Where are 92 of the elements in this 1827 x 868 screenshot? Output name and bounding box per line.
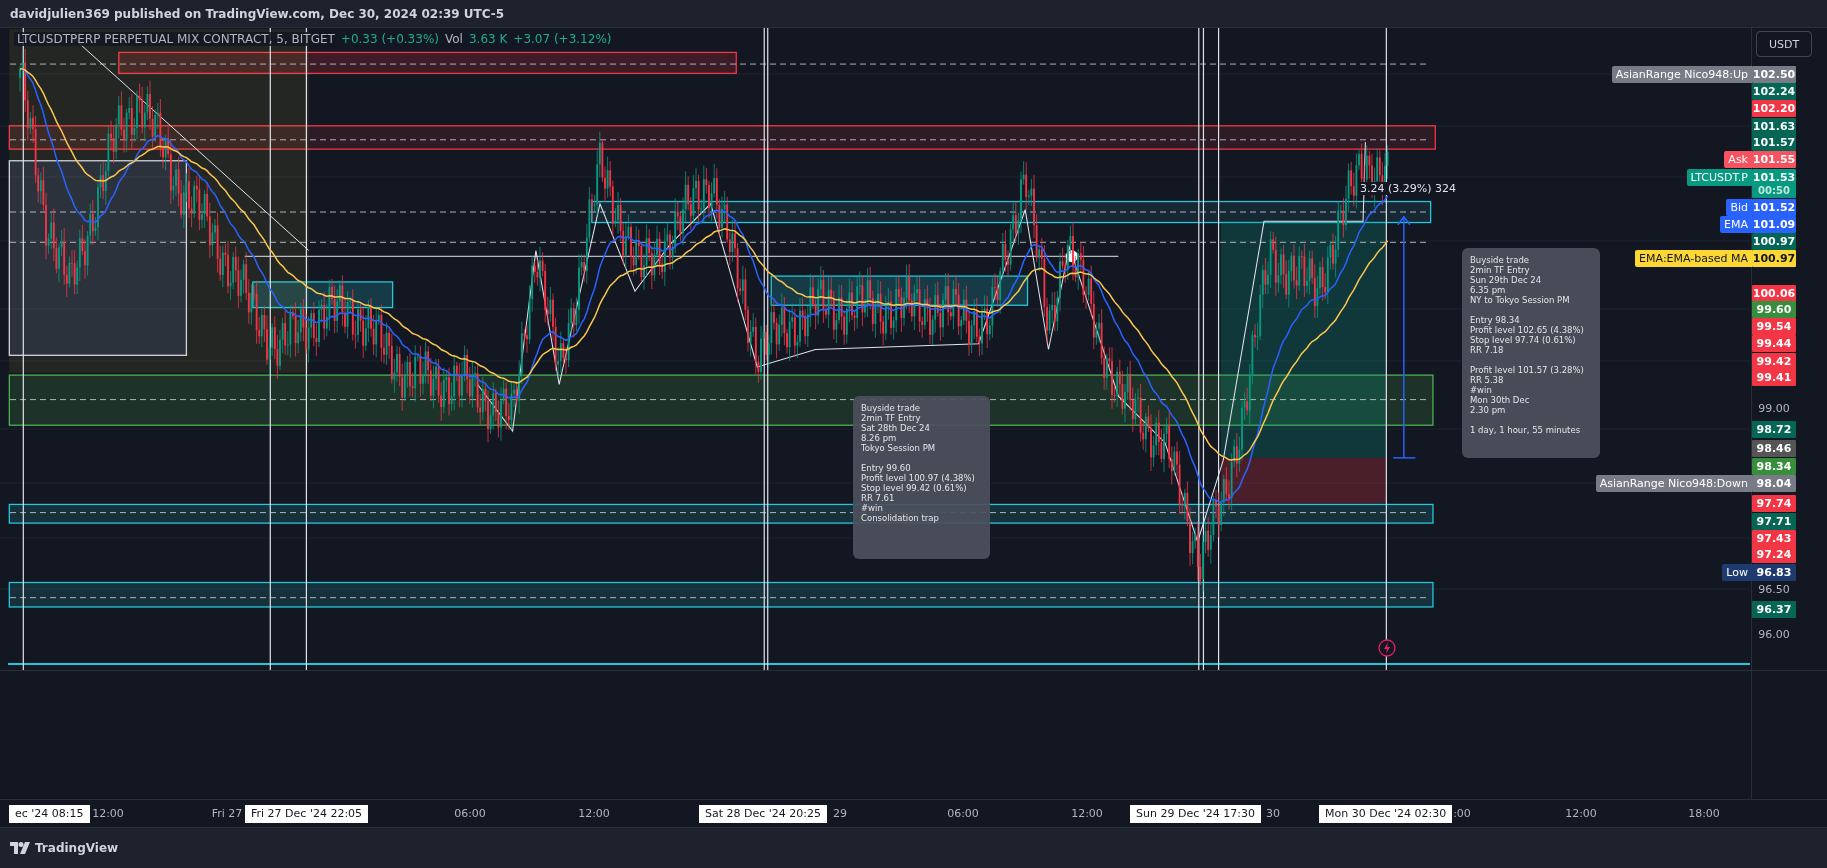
note-text: Entry 98.34 <box>1470 315 1521 325</box>
time-marker: Mon 30 Dec '24 02:30 <box>1319 805 1453 823</box>
measure-label: 3.24 (3.29%) 324 <box>1358 182 1458 195</box>
price-tag: EMA:EMA-based MA <box>1635 250 1752 267</box>
price-value: 96.83 <box>1756 565 1792 580</box>
note-text: Stop level 97.74 (0.61%) <box>1470 335 1577 345</box>
note-text: 2.30 pm <box>1470 405 1507 415</box>
note-text: RR 5.38 <box>1470 375 1505 385</box>
time-tick: 12:00 <box>1565 806 1597 822</box>
note-text: Sun 29th Dec 24 <box>1470 275 1543 285</box>
time-marker: ec '24 08:15 <box>9 805 90 823</box>
price-tag: Bid <box>1726 199 1752 216</box>
time-tick: 30 <box>1266 806 1280 822</box>
note-text: Consolidation trap <box>861 513 940 523</box>
time-tick: 06:00 <box>947 806 979 822</box>
price-value: 98.04 <box>1756 476 1792 491</box>
note-text: NY to Tokyo Session PM <box>1470 295 1571 305</box>
price-tag: Ask <box>1724 151 1752 168</box>
note-text: 8.26 pm <box>861 433 898 443</box>
price-tag: AsianRange Nico948:Up <box>1611 66 1752 83</box>
price-value: 101.53 <box>1752 170 1796 185</box>
volume-value: 3.63 K <box>468 32 508 46</box>
time-marker: Fri 27 Dec '24 22:05 <box>245 805 369 823</box>
price-value: 100.97 <box>1752 251 1796 266</box>
note-text: Stop level 99.42 (0.61%) <box>861 483 968 493</box>
note-text: Buyside trade <box>861 403 922 413</box>
price-change: +0.33 (+0.33%) <box>340 32 439 46</box>
note-text: Profit level 101.57 (3.28%) <box>1470 365 1585 375</box>
price-value: 99.41 <box>1756 370 1792 385</box>
price-value: 97.43 <box>1756 531 1792 546</box>
price-value: 98.46 <box>1756 441 1792 456</box>
price-value: 102.20 <box>1752 101 1796 116</box>
price-value: 102.24 <box>1752 84 1796 99</box>
note-text: Profit level 100.97 (4.38%) <box>861 473 976 483</box>
time-tick: :00 <box>1453 806 1471 822</box>
note-text: 1 day, 1 hour, 55 minutes <box>1470 425 1582 435</box>
price-value: 102.50 <box>1752 67 1796 82</box>
note-text: 2min TF Entry <box>1470 265 1531 275</box>
note-text: #win <box>861 503 884 513</box>
price-value: 97.71 <box>1756 514 1792 529</box>
note-text: RR 7.61 <box>861 493 896 503</box>
time-tick: Fri 27 <box>211 806 243 822</box>
note-text: Mon 30th Dec <box>1470 395 1531 405</box>
note-text: 2min TF Entry <box>861 413 922 423</box>
price-value: 99.44 <box>1756 336 1792 351</box>
price-tag: Low <box>1722 564 1752 581</box>
logo-icon <box>10 842 30 854</box>
price-tick: 96.50 <box>1757 582 1791 598</box>
publisher-info: davidjulien369 published on TradingView.com, Dec 30, 2024 02:39 UTC-5 <box>10 6 505 21</box>
price-value: 99.42 <box>1756 354 1792 369</box>
currency-button[interactable]: USDT <box>1756 31 1812 57</box>
time-marker: Sun 29 Dec '24 17:30 <box>1130 805 1261 823</box>
note-text: 6.35 pm <box>1470 285 1507 295</box>
note-text: Tokyo Session PM <box>861 443 937 453</box>
price-tick: 96.00 <box>1757 627 1791 643</box>
brand-name: TradingView <box>35 841 119 855</box>
note-text: Profit level 102.65 (4.38%) <box>1470 325 1585 335</box>
price-value: 101.55 <box>1752 152 1796 167</box>
price-value: 96.37 <box>1756 602 1792 617</box>
price-value: 98.72 <box>1756 422 1792 437</box>
time-tick: 06:00 <box>454 806 486 822</box>
price-value: 99.54 <box>1756 319 1792 334</box>
time-tick: 18:00 <box>1688 806 1720 822</box>
note-text: RR 7.18 <box>1470 345 1505 355</box>
note-text: Entry 99.60 <box>861 463 912 473</box>
price-value: 100.06 <box>1752 286 1796 301</box>
bar-countdown: 00:50 <box>1758 185 1790 197</box>
price-tag: LTCUSDT.P <box>1686 169 1752 186</box>
price-tag: AsianRange Nico948:Down <box>1595 475 1752 492</box>
time-tick: 12:00 <box>1071 806 1103 822</box>
price-value: 101.63 <box>1752 119 1796 134</box>
lightning-icon[interactable] <box>1378 639 1396 657</box>
price-value: 100.97 <box>1752 234 1796 249</box>
volume-change: +3.07 (+3.12%) <box>513 32 612 46</box>
time-tick: 29 <box>833 806 847 822</box>
volume-label: Vol <box>445 32 463 46</box>
price-value: 101.57 <box>1752 135 1796 150</box>
note-text: Buyside trade <box>1470 255 1531 265</box>
price-tag: EMA <box>1720 216 1752 233</box>
note-text: Sat 28th Dec 24 <box>861 423 931 433</box>
price-value: 97.74 <box>1756 496 1792 511</box>
price-value: 99.60 <box>1756 302 1792 317</box>
price-value: 97.24 <box>1756 547 1792 562</box>
time-marker: Sat 28 Dec '24 20:25 <box>699 805 828 823</box>
price-value: 101.09 <box>1752 217 1796 232</box>
time-tick: 12:00 <box>92 806 124 822</box>
time-tick: 12:00 <box>578 806 610 822</box>
note-text: #win <box>1470 385 1493 395</box>
symbol-title: LTCUSDTPERP PERPETUAL MIX CONTRACT, 5, BITGET <box>17 32 335 46</box>
price-value: 98.34 <box>1756 459 1792 474</box>
price-value: 101.52 <box>1752 200 1796 215</box>
price-tick: 99.00 <box>1757 401 1791 417</box>
